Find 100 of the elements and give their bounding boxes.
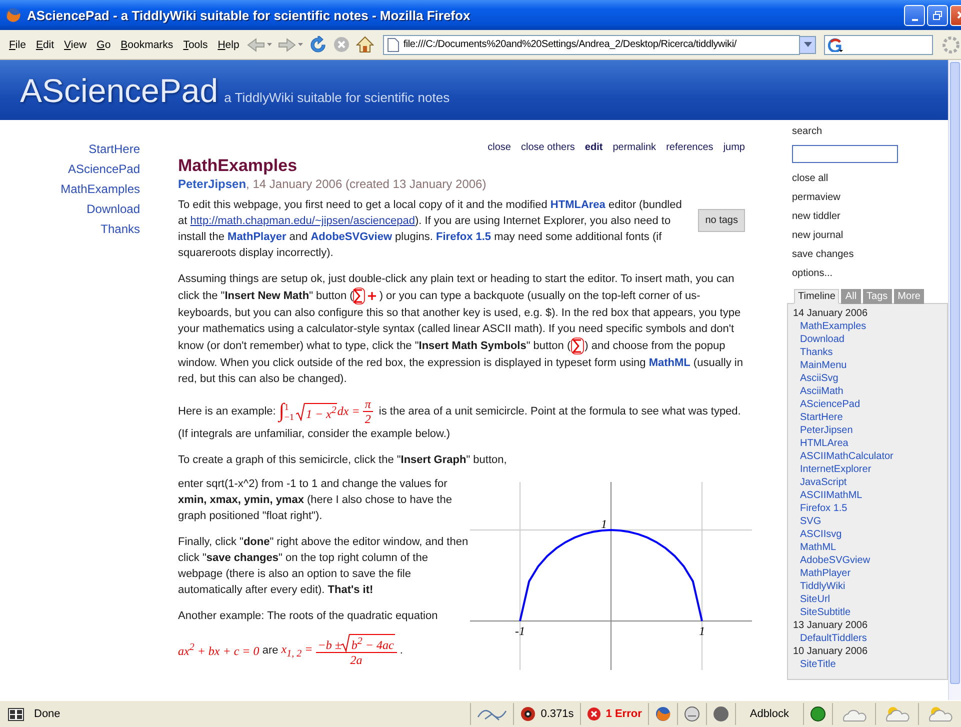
tags-button[interactable]: no tags — [698, 209, 745, 232]
dropdown-button[interactable] — [800, 36, 816, 54]
menu-link[interactable]: Thanks — [100, 219, 140, 239]
timeline-link[interactable]: StartHere — [800, 411, 843, 424]
caret-icon — [267, 43, 272, 46]
browser-icon — [5, 7, 21, 23]
sidebar-command[interactable]: save changes — [792, 245, 854, 264]
timeline-link[interactable]: Thanks — [800, 346, 833, 359]
toolbar-link[interactable]: permalink — [612, 142, 656, 153]
arrow-left-icon — [247, 36, 266, 52]
timeline-link[interactable]: SiteSubtitle — [800, 606, 851, 619]
status-dot-icon[interactable] — [810, 706, 826, 722]
site-title: ASciencePad — [20, 72, 218, 110]
link[interactable]: AdobeSVGview — [310, 231, 392, 243]
sidebar-command[interactable]: new journal — [792, 226, 844, 245]
timeline-link[interactable]: AdobeSVGview — [800, 554, 870, 567]
date-text: , 14 January 2006 (created 13 January 2006) — [246, 177, 486, 191]
stop-icon — [333, 36, 350, 53]
toolbar-link[interactable]: references — [666, 142, 714, 153]
timeline-link[interactable]: TiddlyWiki — [800, 580, 846, 593]
browser-icon[interactable] — [654, 706, 671, 722]
scrollbar-thumb[interactable] — [950, 62, 960, 684]
link[interactable]: MathML — [648, 357, 690, 369]
menu-item[interactable]: View — [59, 36, 92, 52]
window-title: ASciencePad - a TiddlyWiki suitable for scientific notes - Mozilla Firefox — [27, 8, 472, 22]
date-heading: 14 January 2006 — [793, 307, 868, 320]
paragraph: To create a graph of this semicircle, click the "Insert Graph" button, — [178, 453, 508, 468]
toolbar-link[interactable]: edit — [584, 142, 603, 153]
menu-link[interactable]: StartHere — [88, 139, 140, 159]
link[interactable]: http://math.chapman.edu/~jipsen/asciencepad — [190, 215, 415, 227]
menu-item[interactable]: Tools — [178, 36, 213, 52]
tick-label: -1 — [515, 624, 526, 638]
tab[interactable]: Timeline — [794, 289, 840, 304]
author-link[interactable]: PeterJipsen — [178, 177, 246, 191]
menu-link[interactable]: Download — [86, 199, 140, 219]
timeline-link[interactable]: MathPlayer — [800, 567, 851, 580]
timeline-link[interactable]: ASciencePad — [800, 398, 860, 411]
menu-item[interactable]: Help — [212, 36, 244, 52]
address-field[interactable]: file:///C:/Documents%20and%20Settings/Andrea_2/Desktop/Ricerca/tiddlywiki/ — [383, 34, 800, 54]
round-icon[interactable] — [684, 706, 700, 722]
link[interactable]: Firefox 1.5 — [436, 231, 492, 243]
timeline-link[interactable]: SiteUrl — [800, 593, 830, 606]
toolbar-link[interactable]: close others — [521, 142, 575, 153]
tick-label: 1 — [698, 624, 705, 638]
badge-icon — [520, 706, 536, 722]
timeline-link[interactable]: HTMLArea — [800, 437, 848, 450]
timing-text: 0.371s — [540, 708, 574, 720]
error-count[interactable]: 1 Error — [606, 708, 642, 720]
timeline-link[interactable]: ASCIIMathCalculator — [800, 450, 894, 463]
timeline-link[interactable]: MainMenu — [800, 359, 847, 372]
sigma-icon — [570, 337, 585, 355]
timeline-link[interactable]: PeterJipsen — [800, 424, 853, 437]
toolbar-link[interactable]: close — [488, 142, 511, 153]
timeline-link[interactable]: ASCIIMathML — [800, 489, 862, 502]
search-field[interactable] — [824, 34, 933, 54]
timeline-link[interactable]: DefaultTiddlers — [800, 632, 867, 645]
timeline-link[interactable]: InternetExplorer — [800, 463, 872, 476]
tick-label: 1 — [601, 517, 607, 532]
circle-icon[interactable] — [712, 706, 729, 722]
status-text: Done — [34, 708, 62, 720]
menu-item[interactable]: File — [4, 36, 31, 52]
sidebar-command[interactable]: options... — [792, 264, 833, 283]
tiddler-title: MathExamples — [178, 155, 298, 176]
date-heading: 13 January 2006 — [793, 619, 868, 632]
sidebar-command[interactable]: new tiddler — [792, 207, 840, 226]
search-field[interactable] — [792, 145, 898, 163]
timeline-link[interactable]: Firefox 1.5 — [800, 502, 848, 515]
menu-item[interactable]: Edit — [30, 36, 60, 52]
menu-item[interactable]: Bookmarks — [116, 36, 178, 52]
paragraph: Assuming things are setup ok, just double-click any plain text or heading to start the editor. To insert math, you can click the "Insert New Math" button ( ) or you can type a backquote (usually on the top-left corner of us-keyboards, but you can also configure this so that another key is used, e.g. $). In the red box that appears, you type your mathematics using a calculator-style syntax (called linear ASCII math). If you need specific symbols and don't know (or don't remember) what to type, click the "Insert Math Symbols" button ( ) and choose from the popup window. When you click outside of the red box, the expression is displayed in typeset form using MathML (usually in red, but this can also be changed). — [178, 272, 744, 387]
ribbon-icon — [476, 707, 507, 721]
restore-button[interactable] — [927, 4, 948, 26]
link[interactable]: MathPlayer — [228, 231, 286, 243]
minimize-icon — [912, 18, 918, 20]
menu-link[interactable]: MathExamples — [60, 179, 140, 199]
link[interactable]: HTMLArea — [550, 199, 606, 211]
timeline-link[interactable]: SiteTitle — [800, 658, 836, 671]
minimize-button[interactable] — [904, 4, 925, 26]
timeline-link[interactable]: Download — [800, 333, 844, 346]
timeline-link[interactable]: AsciiMath — [800, 385, 844, 398]
paragraph: Another example: The roots of the quadratic equation — [178, 609, 439, 624]
reload-icon — [309, 36, 328, 54]
menu-item[interactable]: Go — [92, 36, 116, 52]
timeline-link[interactable]: ASCIIsvg — [800, 528, 842, 541]
sidebar-command[interactable]: close all — [792, 169, 828, 188]
timeline-link[interactable]: MathExamples — [800, 320, 866, 333]
sidebar-command[interactable]: permaview — [792, 188, 840, 207]
timeline-link[interactable]: AsciiSvg — [800, 372, 838, 385]
menu-link[interactable]: ASciencePad — [68, 159, 140, 179]
radical-sign — [341, 634, 350, 652]
timeline-link[interactable]: MathML — [800, 541, 836, 554]
home-icon — [356, 36, 374, 53]
toolbar-link[interactable]: jump — [723, 142, 745, 153]
error-icon — [586, 707, 601, 721]
timeline-link[interactable]: SVG — [800, 515, 822, 528]
restore-icon — [933, 10, 942, 20]
page-icon — [387, 38, 400, 52]
radical-sign — [296, 402, 305, 420]
timeline-link[interactable]: JavaScript — [800, 476, 847, 489]
adblock-text[interactable]: Adblock — [750, 708, 789, 720]
